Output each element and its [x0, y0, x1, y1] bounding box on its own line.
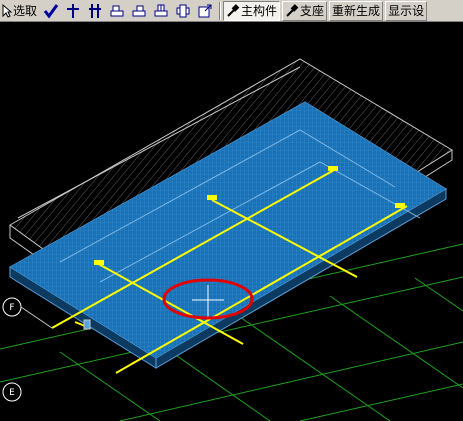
view-tool-4-button[interactable]	[173, 1, 193, 21]
display-settings-button-label: 显示设	[388, 4, 425, 18]
checkmark-icon	[43, 3, 59, 19]
add-single-axis-button[interactable]	[63, 1, 83, 21]
eyedropper-icon	[285, 3, 299, 18]
main-member-button[interactable]: 主构件	[223, 0, 281, 21]
select-button-label: 选取	[13, 4, 38, 18]
pointer-arrow-icon	[2, 3, 12, 18]
toolbar-separator	[219, 1, 222, 20]
cross-line-icon	[65, 3, 81, 19]
view-tool-3-button[interactable]	[151, 1, 171, 21]
member-view-4-icon	[175, 3, 191, 19]
eyedropper-icon	[226, 3, 240, 18]
axis-label-e: E	[9, 388, 15, 398]
view-tool-1-button[interactable]	[107, 1, 127, 21]
regenerate-button-label: 重新生成	[332, 4, 381, 18]
view-tool-5-button[interactable]	[195, 1, 215, 21]
expand-view-icon	[197, 3, 213, 19]
3d-model-viewport[interactable]: F E	[0, 22, 463, 421]
display-settings-button[interactable]: 显示设	[385, 0, 428, 21]
member-view-2-icon	[131, 3, 147, 19]
regenerate-button[interactable]: 重新生成	[329, 0, 384, 21]
double-line-icon	[87, 3, 103, 19]
support-button-label: 支座	[300, 4, 325, 18]
member-view-1-icon	[109, 3, 125, 19]
main-member-button-label: 主构件	[241, 4, 278, 18]
confirm-button[interactable]	[41, 1, 61, 21]
axis-label-f: F	[9, 303, 14, 313]
support-button[interactable]: 支座	[282, 0, 328, 21]
select-button[interactable]: 选取	[0, 1, 39, 21]
add-double-axis-button[interactable]	[85, 1, 105, 21]
support-post	[83, 319, 91, 330]
toolbar: 选取 主构件 支座 重新生成 显示设	[0, 0, 463, 22]
member-view-3-icon	[153, 3, 169, 19]
axis-bubble-e: E	[2, 382, 22, 402]
model-canvas[interactable]: F E	[0, 22, 463, 421]
view-tool-2-button[interactable]	[129, 1, 149, 21]
axis-bubble-f: F	[2, 297, 53, 329]
